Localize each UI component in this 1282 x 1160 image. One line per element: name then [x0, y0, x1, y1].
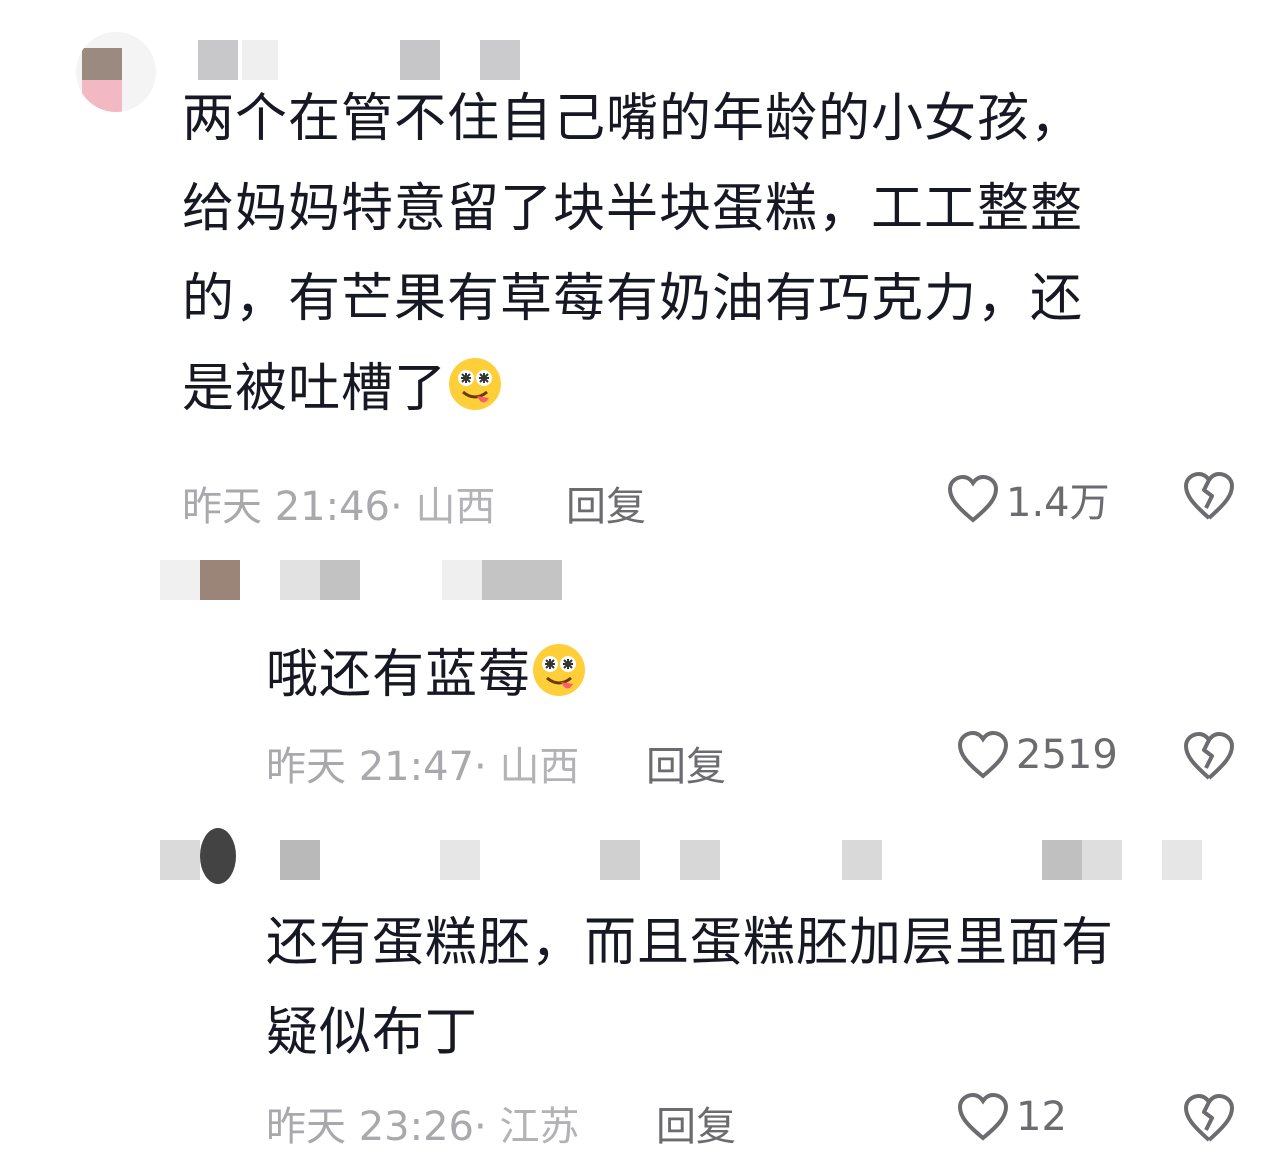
comment-location: 山西	[499, 744, 580, 790]
like-count: 2519	[1016, 732, 1118, 778]
avatar[interactable]	[160, 826, 240, 890]
comment-meta: 昨天 21:47· 山西	[266, 744, 580, 790]
broken-heart-icon[interactable]	[1182, 470, 1236, 522]
heart-icon	[957, 1092, 1009, 1141]
heart-icon	[947, 474, 999, 523]
broken-heart-icon[interactable]	[1182, 730, 1236, 782]
drooling-face-emoji	[533, 644, 586, 696]
broken-heart-icon[interactable]	[1182, 1092, 1236, 1144]
comment-text: 两个在管不住自己嘴的年龄的小女孩， 给妈妈特意留了块半块蛋糕，工工整整 的，有芒…	[182, 89, 1084, 419]
like-count: 1.4万	[1006, 480, 1110, 526]
comment-location: 山西	[415, 484, 496, 530]
reply-button[interactable]: 回复	[566, 474, 646, 532]
comment-meta: 昨天 23:26· 江苏	[266, 1104, 580, 1150]
heart-icon	[957, 730, 1009, 779]
like-button[interactable]: 2519	[956, 730, 1118, 780]
like-count: 12	[1016, 1094, 1067, 1140]
comment-text: 哦还有蓝莓	[266, 630, 1226, 720]
comment-text: 还有蛋糕胚，而且蛋糕胚加层里面有 疑似布丁	[266, 913, 1115, 1063]
drooling-face-emoji	[449, 358, 502, 410]
like-button[interactable]: 1.4万	[946, 470, 1110, 528]
comment-meta: 昨天 21:46· 山西	[182, 484, 496, 530]
comment-time: 昨天 23:26	[266, 1104, 474, 1150]
reply-button[interactable]: 回复	[646, 734, 726, 792]
comment-time: 昨天 21:47	[266, 744, 474, 790]
avatar[interactable]	[76, 32, 156, 112]
comment-time: 昨天 21:46	[182, 484, 390, 530]
like-button[interactable]: 12	[956, 1092, 1067, 1142]
reply-button[interactable]: 回复	[656, 1094, 736, 1152]
username-blurred[interactable]	[160, 560, 620, 604]
username-blurred[interactable]	[280, 840, 1240, 884]
comment-location: 江苏	[499, 1104, 580, 1150]
